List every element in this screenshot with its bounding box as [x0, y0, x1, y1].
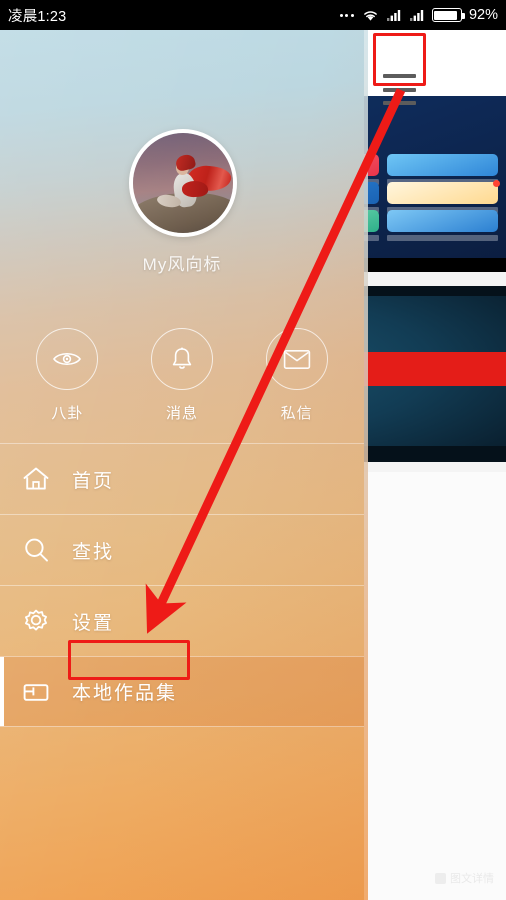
drawer-menu: 首页 查找 设置 本地作品集 — [0, 443, 364, 727]
home-icon — [23, 467, 49, 490]
quick-action-label: 消息 — [165, 405, 198, 422]
eye-icon — [53, 352, 82, 366]
watermark: 图文详情 — [435, 870, 494, 886]
watermark-text: 图文详情 — [450, 873, 494, 885]
navigation-drawer: My风向标 八卦 消息 私信 首页 查找 设置 本地作品集 — [0, 30, 364, 900]
signal-bars-icon — [386, 10, 401, 21]
menu-item-local-collection[interactable]: 本地作品集 — [0, 656, 364, 727]
menu-item-label: 本地作品集 — [72, 683, 178, 704]
envelope-icon — [283, 349, 310, 369]
menu-item-home[interactable]: 首页 — [0, 443, 364, 514]
wifi-icon — [364, 11, 377, 21]
bell-icon — [172, 347, 192, 369]
status-time: 凌晨1:23 — [8, 8, 67, 25]
search-icon — [25, 538, 48, 562]
menu-item-label: 设置 — [72, 612, 115, 634]
quick-action-messages[interactable]: 消息 — [142, 328, 222, 423]
menu-item-settings[interactable]: 设置 — [0, 585, 364, 656]
gear-icon — [25, 609, 47, 631]
folder-icon — [23, 683, 49, 701]
username-label: My风向标 — [142, 255, 222, 274]
quick-actions: 八卦 消息 私信 — [0, 328, 364, 423]
quick-action-private-message[interactable]: 私信 — [257, 328, 337, 423]
watermark-logo-icon — [435, 872, 446, 884]
signal-bars-icon — [409, 10, 424, 21]
battery-icon — [431, 8, 465, 22]
drawer-edge-shadow — [364, 30, 368, 900]
battery-percent: 92% — [468, 7, 498, 23]
hamburger-menu-icon[interactable] — [383, 74, 416, 105]
menu-item-search[interactable]: 查找 — [0, 514, 364, 585]
status-icons: 92% — [339, 7, 498, 23]
avatar[interactable] — [129, 129, 237, 237]
menu-item-label: 首页 — [72, 470, 115, 492]
quick-action-label: 私信 — [280, 405, 313, 422]
more-dots-icon — [339, 13, 354, 17]
quick-action-gossip[interactable]: 八卦 — [27, 328, 107, 423]
phone-screen: 凌晨1:23 92% 图文详情 My风向标 八卦 消息 私信 首页 查找 设置 … — [0, 0, 506, 900]
status-bar: 凌晨1:23 92% — [0, 0, 506, 30]
quick-action-label: 八卦 — [51, 405, 84, 422]
menu-item-label: 查找 — [72, 541, 115, 563]
